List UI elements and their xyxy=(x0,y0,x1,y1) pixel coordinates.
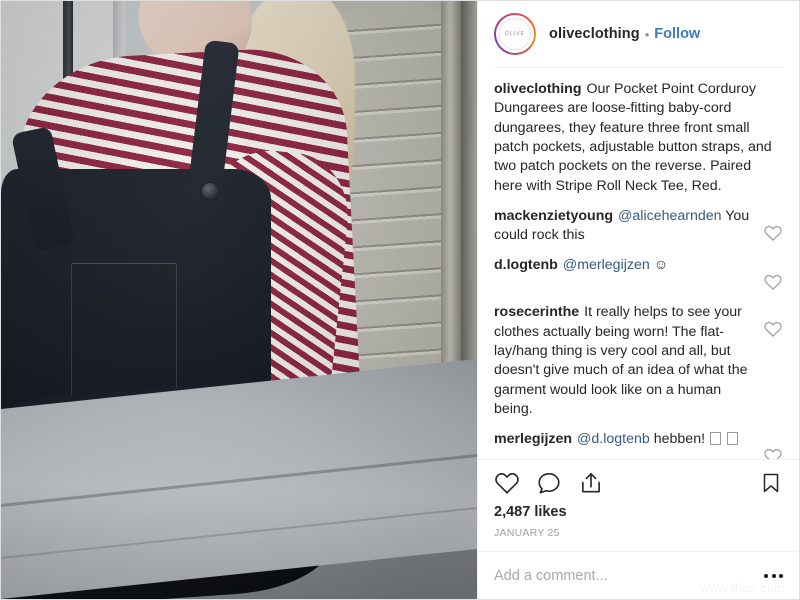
caption-entry: oliveclothing Our Pocket Point Corduroy … xyxy=(494,80,783,196)
post-info-panel: OLIVE oliveclothing • Follow oliveclothi… xyxy=(477,1,799,599)
comment-username[interactable]: merlegijzen xyxy=(494,431,572,447)
comment-mention[interactable]: @d.logtenb xyxy=(577,431,650,447)
action-bar xyxy=(478,459,799,500)
list-item: d.logtenb @merlegijzen ☺ xyxy=(494,256,783,292)
post-timestamp: JANUARY 25 xyxy=(494,527,560,539)
bookmark-icon[interactable] xyxy=(759,470,783,496)
comment-body: hebben! xyxy=(653,431,709,448)
header-names: oliveclothing • Follow xyxy=(549,27,700,42)
comment-like-icon[interactable] xyxy=(763,319,783,339)
comment-like-icon[interactable] xyxy=(763,223,783,243)
post-photo[interactable] xyxy=(1,1,477,599)
unsupported-emoji-glyph xyxy=(709,432,721,446)
comment-body: It really helps to see your clothes actu… xyxy=(494,304,748,417)
comment-username[interactable]: mackenzietyoung xyxy=(494,208,613,224)
likes-count[interactable]: 2,487 likes xyxy=(478,500,799,520)
comment-like-icon[interactable] xyxy=(763,446,783,459)
comment-like-icon[interactable] xyxy=(763,272,783,292)
comment-mention[interactable]: @alicehearnden xyxy=(618,208,722,224)
avatar-logo-text: OLIVE xyxy=(504,31,526,37)
dot-2 xyxy=(771,573,776,578)
comment-username[interactable]: d.logtenb xyxy=(494,257,558,273)
post-header: OLIVE oliveclothing • Follow xyxy=(478,1,799,67)
caption-body: Our Pocket Point Corduroy Dungarees are … xyxy=(494,80,772,194)
dot-1 xyxy=(764,573,768,578)
list-item: mackenzietyoung @alicehearnden You could… xyxy=(494,207,783,246)
dot-3 xyxy=(779,573,783,578)
strap-button xyxy=(202,183,218,199)
photo-background xyxy=(1,1,477,599)
comment-emoji: ☺ xyxy=(653,257,669,274)
unsupported-emoji-glyph xyxy=(726,432,738,446)
comment-text: rosecerinthe It really helps to see your… xyxy=(494,303,753,419)
comment-text: merlegijzen @d.logtenb hebben! xyxy=(494,430,753,449)
account-name[interactable]: oliveclothing xyxy=(549,27,640,42)
instagram-post: OLIVE oliveclothing • Follow oliveclothi… xyxy=(0,0,800,600)
more-options-button[interactable] xyxy=(754,573,783,578)
add-comment-input[interactable] xyxy=(494,567,754,584)
patch-pocket xyxy=(71,263,177,403)
follow-button[interactable]: Follow xyxy=(654,27,700,42)
list-item: merlegijzen @d.logtenb hebben! xyxy=(494,430,783,459)
avatar-inner: OLIVE xyxy=(496,15,534,53)
comment-icon[interactable] xyxy=(536,470,562,496)
comment-text: mackenzietyoung @alicehearnden You could… xyxy=(494,207,753,246)
caption-text: oliveclothing Our Pocket Point Corduroy … xyxy=(494,80,783,196)
header-separator: • xyxy=(644,26,650,42)
avatar[interactable]: OLIVE xyxy=(494,13,536,55)
avatar-logo: OLIVE xyxy=(499,18,531,50)
comment-username[interactable]: rosecerinthe xyxy=(494,304,579,320)
comment-text: d.logtenb @merlegijzen ☺ xyxy=(494,256,753,275)
like-icon[interactable] xyxy=(494,470,520,496)
comment-mention[interactable]: @merlegijzen xyxy=(563,257,650,273)
share-icon[interactable] xyxy=(578,470,604,496)
list-item: rosecerinthe It really helps to see your… xyxy=(494,303,783,419)
comments-list[interactable]: oliveclothing Our Pocket Point Corduroy … xyxy=(478,68,799,459)
caption-username[interactable]: oliveclothing xyxy=(494,81,582,97)
add-comment-row xyxy=(478,551,799,599)
